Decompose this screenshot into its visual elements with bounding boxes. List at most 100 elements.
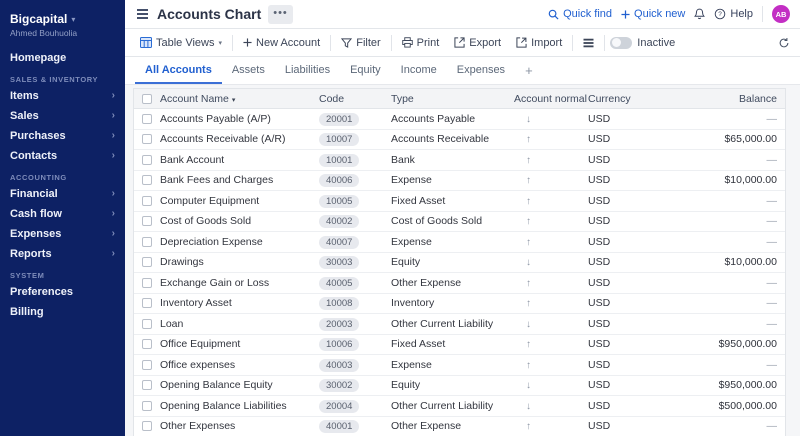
table-row[interactable]: Inventory Asset10008Inventory↑USD— bbox=[134, 294, 785, 315]
row-checkbox-cell bbox=[134, 360, 160, 370]
sidebar-item-expenses[interactable]: Expenses› bbox=[0, 224, 125, 244]
row-checkbox[interactable] bbox=[142, 360, 152, 370]
account-type-cell: Equity bbox=[391, 379, 514, 391]
table-row[interactable]: Office Equipment10006Fixed Asset↑USD$950… bbox=[134, 335, 785, 356]
row-checkbox[interactable] bbox=[142, 319, 152, 329]
table-row[interactable]: Opening Balance Liabilities20004Other Cu… bbox=[134, 396, 785, 417]
sidebar-item-items[interactable]: Items› bbox=[0, 86, 125, 106]
user-avatar[interactable]: AB bbox=[772, 5, 790, 23]
sidebar-item-cash-flow[interactable]: Cash flow› bbox=[0, 204, 125, 224]
row-checkbox[interactable] bbox=[142, 421, 152, 431]
sidebar-item-contacts[interactable]: Contacts› bbox=[0, 146, 125, 166]
select-all-checkbox[interactable] bbox=[142, 94, 152, 104]
table-row[interactable]: Opening Balance Equity30002Equity↓USD$95… bbox=[134, 376, 785, 397]
brand-menu[interactable]: Bigcapital ▾ bbox=[0, 10, 125, 27]
export-button[interactable]: Export bbox=[449, 34, 506, 52]
sidebar-item-label: Sales bbox=[10, 110, 39, 122]
account-normal-cell: ↑ bbox=[514, 174, 588, 186]
inactive-toggle[interactable] bbox=[610, 37, 632, 49]
table-row[interactable]: Computer Equipment10005Fixed Asset↑USD— bbox=[134, 191, 785, 212]
sidebar-toggle-hamburger-icon[interactable] bbox=[135, 7, 150, 21]
search-icon bbox=[548, 9, 559, 20]
column-header-type[interactable]: Type bbox=[391, 93, 514, 105]
sidebar-item-billing[interactable]: Billing bbox=[0, 302, 125, 322]
import-label: Import bbox=[531, 37, 562, 49]
filter-button[interactable]: Filter bbox=[336, 34, 385, 52]
table-row[interactable]: Office expenses40003Expense↑USD— bbox=[134, 355, 785, 376]
tab-all-accounts[interactable]: All Accounts bbox=[135, 57, 222, 84]
row-checkbox[interactable] bbox=[142, 134, 152, 144]
table-row[interactable]: Bank Account10001Bank↑USD— bbox=[134, 150, 785, 171]
add-tab-button[interactable]: + bbox=[517, 57, 541, 84]
account-name-cell: Accounts Receivable (A/R) bbox=[160, 133, 319, 145]
tab-assets[interactable]: Assets bbox=[222, 57, 275, 84]
sidebar-section-accounting: ACCOUNTING bbox=[0, 166, 125, 184]
column-header-currency[interactable]: Currency bbox=[588, 93, 661, 105]
table-row[interactable]: Cost of Goods Sold40002Cost of Goods Sol… bbox=[134, 212, 785, 233]
account-code-badge: 10005 bbox=[319, 195, 359, 208]
sidebar-item-preferences[interactable]: Preferences bbox=[0, 282, 125, 302]
row-checkbox[interactable] bbox=[142, 278, 152, 288]
row-checkbox[interactable] bbox=[142, 339, 152, 349]
sidebar-item-label: Contacts bbox=[10, 150, 57, 162]
notifications-button[interactable] bbox=[694, 8, 705, 20]
row-checkbox[interactable] bbox=[142, 216, 152, 226]
sidebar-item-sales[interactable]: Sales› bbox=[0, 106, 125, 126]
table-row[interactable]: Accounts Payable (A/P)20001Accounts Paya… bbox=[134, 109, 785, 130]
row-density-button[interactable] bbox=[578, 35, 599, 51]
column-header-balance[interactable]: Balance bbox=[661, 93, 785, 105]
account-code-cell: 30003 bbox=[319, 256, 391, 268]
table-row[interactable]: Bank Fees and Charges40006Expense↑USD$10… bbox=[134, 171, 785, 192]
account-type-cell: Bank bbox=[391, 154, 514, 166]
table-row[interactable]: Accounts Receivable (A/R)10007Accounts R… bbox=[134, 130, 785, 151]
row-checkbox[interactable] bbox=[142, 257, 152, 267]
table-row[interactable]: Depreciation Expense40007Expense↑USD— bbox=[134, 232, 785, 253]
row-checkbox[interactable] bbox=[142, 401, 152, 411]
row-checkbox[interactable] bbox=[142, 196, 152, 206]
table-header-row: Account Name▾ Code Type Account normal C… bbox=[134, 89, 785, 109]
account-type-cell: Other Current Liability bbox=[391, 318, 514, 330]
sidebar-item-purchases[interactable]: Purchases› bbox=[0, 126, 125, 146]
row-checkbox[interactable] bbox=[142, 380, 152, 390]
table-row[interactable]: Exchange Gain or Loss40005Other Expense↑… bbox=[134, 273, 785, 294]
tab-liabilities[interactable]: Liabilities bbox=[275, 57, 340, 84]
new-account-label: New Account bbox=[256, 37, 320, 49]
help-button[interactable]: ? Help bbox=[714, 8, 753, 20]
table-views-button[interactable]: Table Views ▾ bbox=[135, 34, 227, 52]
account-name-cell: Cost of Goods Sold bbox=[160, 215, 319, 227]
row-checkbox[interactable] bbox=[142, 114, 152, 124]
balance-cell: $10,000.00 bbox=[661, 174, 785, 186]
sidebar-item-reports[interactable]: Reports› bbox=[0, 244, 125, 264]
table-row[interactable]: Drawings30003Equity↓USD$10,000.00 bbox=[134, 253, 785, 274]
table-row[interactable]: Other Expenses40001Other Expense↑USD— bbox=[134, 417, 785, 436]
sidebar-item-homepage[interactable]: Homepage bbox=[0, 48, 125, 68]
import-button[interactable]: Import bbox=[511, 34, 567, 52]
tab-expenses[interactable]: Expenses bbox=[447, 57, 515, 84]
quick-find-button[interactable]: Quick find bbox=[548, 8, 612, 20]
table-row[interactable]: Loan20003Other Current Liability↓USD— bbox=[134, 314, 785, 335]
column-header-account-normal[interactable]: Account normal bbox=[514, 93, 588, 105]
quick-new-button[interactable]: Quick new bbox=[621, 8, 685, 20]
row-checkbox-cell bbox=[134, 257, 160, 267]
tab-equity[interactable]: Equity bbox=[340, 57, 391, 84]
row-checkbox-cell bbox=[134, 216, 160, 226]
new-account-button[interactable]: New Account bbox=[238, 34, 325, 52]
sidebar-item-financial[interactable]: Financial› bbox=[0, 184, 125, 204]
account-code-badge: 20003 bbox=[319, 318, 359, 331]
sidebar-item-label: Cash flow bbox=[10, 208, 62, 220]
row-checkbox[interactable] bbox=[142, 155, 152, 165]
refresh-button[interactable] bbox=[778, 37, 790, 49]
currency-cell: USD bbox=[588, 379, 661, 391]
row-checkbox[interactable] bbox=[142, 175, 152, 185]
row-checkbox[interactable] bbox=[142, 298, 152, 308]
print-button[interactable]: Print bbox=[397, 34, 445, 52]
debit-arrow-icon: ↑ bbox=[526, 155, 531, 166]
more-options-button[interactable]: ••• bbox=[268, 5, 293, 24]
row-checkbox[interactable] bbox=[142, 237, 152, 247]
column-header-code[interactable]: Code bbox=[319, 93, 391, 105]
account-name-cell: Exchange Gain or Loss bbox=[160, 277, 319, 289]
column-header-account-name[interactable]: Account Name▾ bbox=[160, 93, 319, 105]
account-code-cell: 40001 bbox=[319, 420, 391, 432]
tab-income[interactable]: Income bbox=[391, 57, 447, 84]
sidebar-item-label: Expenses bbox=[10, 228, 61, 240]
